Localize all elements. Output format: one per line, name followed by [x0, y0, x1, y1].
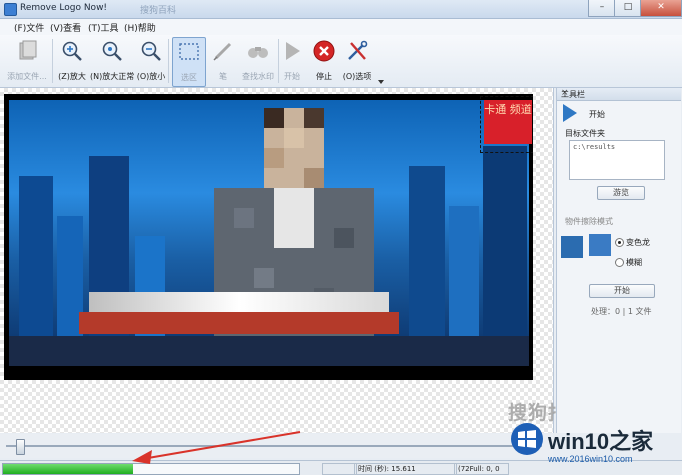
brand-name: win10之家: [548, 429, 654, 454]
window-title: Remove Logo Now!: [20, 3, 108, 13]
slider-track: [6, 445, 542, 447]
zoom-normal-icon: [102, 41, 122, 61]
stop-label: 停止: [316, 72, 332, 81]
toolbar: 添加文件... (Z)放大 (N)放大正常 (O)放小 选区 笔 查找水印 开始…: [0, 35, 682, 88]
browse-button[interactable]: 游览: [597, 186, 645, 200]
time-readout: 时间 (秒): 15.611: [354, 463, 457, 475]
add-files-icon: [19, 40, 37, 60]
menu-tools[interactable]: (T)工具: [88, 21, 119, 34]
pen-icon: [213, 42, 232, 61]
mode-radio-chameleon[interactable]: [615, 238, 624, 247]
menu-help[interactable]: (H)帮助: [124, 21, 156, 34]
timeline-slider[interactable]: [0, 434, 553, 458]
tools-panel: 工具栏 × 开始 目标文件夹 c:\results 游览 物件擦除模式 变色龙 …: [556, 88, 681, 433]
banner: [89, 292, 389, 312]
progress-fill: [3, 464, 134, 474]
panel-close-button[interactable]: ×: [561, 88, 678, 98]
panel-start-label: 开始: [589, 110, 605, 119]
selection-rectangle-icon: [179, 43, 199, 60]
status-cell: (72Full: 0, 0: [454, 463, 509, 475]
tools-icon: [348, 40, 368, 60]
slider-thumb[interactable]: [16, 439, 25, 455]
pen-button[interactable]: 笔: [208, 37, 238, 85]
panel-start-button[interactable]: 开始: [563, 104, 673, 124]
target-folder-label: 目标文件夹: [565, 129, 605, 138]
zoom-in-button[interactable]: (Z)放大: [56, 37, 88, 85]
options-button[interactable]: (O)选项: [340, 37, 374, 85]
chevron-down-icon[interactable]: [377, 79, 385, 85]
find-watermark-button[interactable]: 查找水印: [240, 37, 276, 85]
title-bar: Remove Logo Now! 搜狗百科 – □ ✕: [0, 0, 682, 19]
blur-mode-icon: [589, 234, 611, 256]
building: [483, 146, 527, 366]
play-icon: [286, 42, 300, 60]
mode-option-chameleon: 变色龙: [626, 238, 650, 247]
close-button[interactable]: ✕: [640, 0, 682, 17]
progress-bar: [2, 463, 300, 475]
options-label: (O)选项: [342, 72, 372, 81]
windows-logo-icon: [511, 423, 543, 455]
add-files-label: 添加文件...: [7, 72, 47, 81]
target-folder-field[interactable]: c:\results: [569, 140, 665, 180]
add-files-button[interactable]: 添加文件...: [4, 37, 50, 85]
chameleon-mode-icon: [561, 236, 583, 258]
toolbar-separator: [52, 39, 53, 83]
menu-bar: (F)文件 (V)查看 (T)工具 (H)帮助: [0, 19, 682, 35]
stop-button[interactable]: 停止: [310, 37, 338, 85]
menu-view[interactable]: (V)查看: [50, 21, 81, 34]
start-label: 开始: [284, 72, 300, 81]
building: [89, 156, 129, 366]
zoom-in-icon: [62, 41, 82, 61]
logo-selection-rectangle[interactable]: [480, 96, 533, 153]
toolbar-separator: [168, 39, 169, 83]
zoom-normal-label: (N)放大正常: [90, 72, 135, 81]
processed-count: 处理：0 | 1 文件: [591, 307, 652, 316]
select-label: 选区: [181, 73, 197, 82]
find-watermark-label: 查找水印: [242, 72, 274, 81]
play-icon: [563, 104, 577, 122]
zoom-out-icon: [141, 41, 161, 61]
stop-icon: [313, 40, 335, 62]
mode-label: 物件擦除模式: [565, 217, 613, 226]
zoom-out-button[interactable]: (O)放小: [136, 37, 166, 85]
status-cell: [322, 463, 357, 475]
start-button[interactable]: 开始: [280, 37, 304, 85]
app-icon: [4, 3, 17, 16]
panel-start-process-button[interactable]: 开始: [589, 284, 655, 298]
banner: [9, 336, 529, 366]
banner: [79, 312, 399, 334]
brand-url: www.2016win10.com: [548, 454, 633, 464]
menu-file[interactable]: (F)文件: [14, 21, 44, 34]
panel-header: 工具栏 ×: [557, 88, 681, 101]
video-frame: 卡通 频道: [4, 94, 533, 380]
pen-label: 笔: [219, 72, 227, 81]
mode-option-blur: 模糊: [626, 258, 642, 267]
toolbar-separator: [278, 39, 279, 83]
binoculars-icon: [248, 47, 268, 58]
mode-radio-blur[interactable]: [615, 258, 624, 267]
maximize-button[interactable]: □: [614, 0, 642, 17]
zoom-in-label: (Z)放大: [58, 72, 86, 81]
select-button[interactable]: 选区: [172, 37, 206, 87]
brand-overlay: win10之家 www.2016win10.com: [510, 418, 678, 472]
zoom-normal-button[interactable]: (N)放大正常: [90, 37, 134, 85]
ghost-title: 搜狗百科: [140, 6, 177, 16]
preview-canvas[interactable]: 卡通 频道: [0, 88, 554, 433]
video-image: [9, 100, 529, 366]
minimize-button[interactable]: –: [588, 0, 616, 17]
zoom-out-label: (O)放小: [136, 72, 166, 81]
